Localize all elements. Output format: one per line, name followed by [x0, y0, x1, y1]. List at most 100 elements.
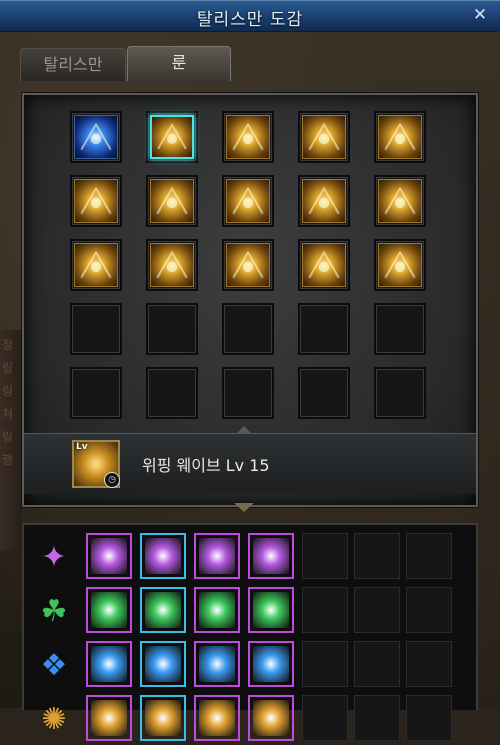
owned-rune-slot[interactable]	[86, 533, 132, 579]
owned-rune-slot[interactable]	[248, 587, 294, 633]
rune-slot[interactable]	[70, 367, 122, 419]
owned-rune-slot[interactable]	[140, 641, 186, 687]
empty-rune-slot[interactable]	[406, 641, 452, 687]
window-title-bar[interactable]: 탈리스만 도감 ✕	[0, 0, 500, 32]
rune-slot[interactable]	[222, 175, 274, 227]
gold-vortex-rune-icon[interactable]	[302, 243, 346, 287]
rune-slot[interactable]	[70, 111, 122, 163]
rune-slot[interactable]	[146, 239, 198, 291]
gold-dash-rune-icon[interactable]	[302, 115, 346, 159]
empty-rune-slot[interactable]	[406, 695, 452, 741]
owned-rune-slot[interactable]	[140, 533, 186, 579]
owned-rune-slot[interactable]	[194, 533, 240, 579]
owned-rune-gem-icon	[91, 592, 127, 628]
close-icon[interactable]: ✕	[470, 5, 490, 25]
owned-rune-slot[interactable]	[86, 641, 132, 687]
gold-flame-rune-icon[interactable]	[378, 115, 422, 159]
rune-grid	[70, 111, 426, 419]
rune-category-emblem-icon: ❖	[40, 647, 68, 683]
owned-rune-gem-icon	[145, 646, 181, 682]
owned-rune-gem-icon	[145, 538, 181, 574]
rune-category-emblem-icon: ☘	[40, 593, 68, 629]
owned-rune-gem-icon	[253, 646, 289, 682]
owned-rune-gem-icon	[253, 592, 289, 628]
side-text: 쳐	[2, 407, 14, 421]
tab-talisman[interactable]: 탈리스만	[20, 48, 126, 81]
rune-slot[interactable]	[146, 175, 198, 227]
rune-slot[interactable]	[222, 111, 274, 163]
rune-category-emblem-icon: ✦	[41, 539, 67, 575]
rune-slot[interactable]	[298, 303, 350, 355]
selected-rune-info-bar: Lv ◷ 위핑 웨이브 Lv 15	[24, 426, 476, 494]
blue-star-rune-icon[interactable]	[74, 115, 118, 159]
owned-rune-slot[interactable]	[86, 587, 132, 633]
expand-arrow-icon[interactable]	[234, 503, 254, 512]
empty-rune-slot[interactable]	[354, 695, 400, 741]
rune-slot[interactable]	[146, 111, 198, 163]
rune-slot[interactable]	[222, 303, 274, 355]
rune-slot[interactable]	[374, 303, 426, 355]
gold-swirl-rune-icon[interactable]	[226, 115, 270, 159]
owned-rune-slot[interactable]	[248, 695, 294, 741]
rune-slot[interactable]	[146, 303, 198, 355]
rune-slot[interactable]	[222, 239, 274, 291]
rune-slot[interactable]	[298, 367, 350, 419]
background-side-panel: 정 링 링 쳐 링 행	[0, 330, 22, 550]
rune-collection-panel: Lv ◷ 위핑 웨이브 Lv 15	[22, 93, 478, 507]
selected-rune-name: 위핑 웨이브 Lv 15	[142, 456, 270, 475]
empty-rune-slot[interactable]	[302, 587, 348, 633]
rune-slot[interactable]	[222, 367, 274, 419]
gold-fountain-rune-icon[interactable]	[226, 243, 270, 287]
owned-rune-slot[interactable]	[140, 695, 186, 741]
gold-crown-rune-icon[interactable]	[150, 115, 194, 159]
owned-rune-gem-icon	[91, 646, 127, 682]
rune-slot[interactable]	[298, 111, 350, 163]
empty-rune-slot[interactable]	[354, 587, 400, 633]
empty-rune-slot[interactable]	[302, 533, 348, 579]
owned-rune-slot[interactable]	[194, 641, 240, 687]
gold-radiance-rune-icon[interactable]	[226, 179, 270, 223]
rune-inventory-row: ❖	[24, 639, 476, 691]
rune-slot[interactable]	[70, 175, 122, 227]
owned-rune-slot[interactable]	[86, 695, 132, 741]
rune-slot[interactable]	[146, 367, 198, 419]
owned-rune-slot[interactable]	[194, 695, 240, 741]
owned-rune-gem-icon	[145, 592, 181, 628]
rune-slot[interactable]	[70, 303, 122, 355]
selected-rune-icon[interactable]: Lv ◷	[72, 440, 120, 488]
rune-slot[interactable]	[298, 175, 350, 227]
gold-burst-rune-icon[interactable]	[74, 179, 118, 223]
owned-rune-gem-icon	[253, 538, 289, 574]
rune-slot[interactable]	[374, 367, 426, 419]
rune-slot[interactable]	[70, 239, 122, 291]
owned-rune-slot[interactable]	[248, 641, 294, 687]
empty-rune-slot[interactable]	[354, 641, 400, 687]
rune-inventory-row: ☘	[24, 585, 476, 637]
owned-rune-slot[interactable]	[194, 587, 240, 633]
gold-spark-rune-icon[interactable]	[74, 243, 118, 287]
empty-rune-slot[interactable]	[354, 533, 400, 579]
owned-rune-slot[interactable]	[248, 533, 294, 579]
tab-rune[interactable]: 룬	[127, 46, 231, 81]
empty-rune-slot[interactable]	[406, 533, 452, 579]
side-text: 행	[2, 453, 14, 467]
gold-comet-rune-icon[interactable]	[150, 243, 194, 287]
rune-slot[interactable]	[298, 239, 350, 291]
gold-bars-rune-icon[interactable]	[302, 179, 346, 223]
rune-inventory-row: ✺	[24, 693, 476, 745]
window-title: 탈리스만 도감	[196, 10, 304, 30]
rune-slot[interactable]	[374, 239, 426, 291]
rune-slot[interactable]	[374, 175, 426, 227]
rune-inventory-row: ✦	[24, 531, 476, 583]
empty-rune-slot[interactable]	[302, 641, 348, 687]
owned-rune-gem-icon	[253, 700, 289, 736]
empty-rune-slot[interactable]	[406, 587, 452, 633]
owned-rune-gem-icon	[199, 538, 235, 574]
gold-pillar-rune-icon[interactable]	[378, 179, 422, 223]
owned-rune-gem-icon	[199, 700, 235, 736]
rune-slot[interactable]	[374, 111, 426, 163]
empty-rune-slot[interactable]	[302, 695, 348, 741]
gold-wave-rune-icon[interactable]	[150, 179, 194, 223]
owned-rune-slot[interactable]	[140, 587, 186, 633]
gold-blaze-rune-icon[interactable]	[378, 243, 422, 287]
